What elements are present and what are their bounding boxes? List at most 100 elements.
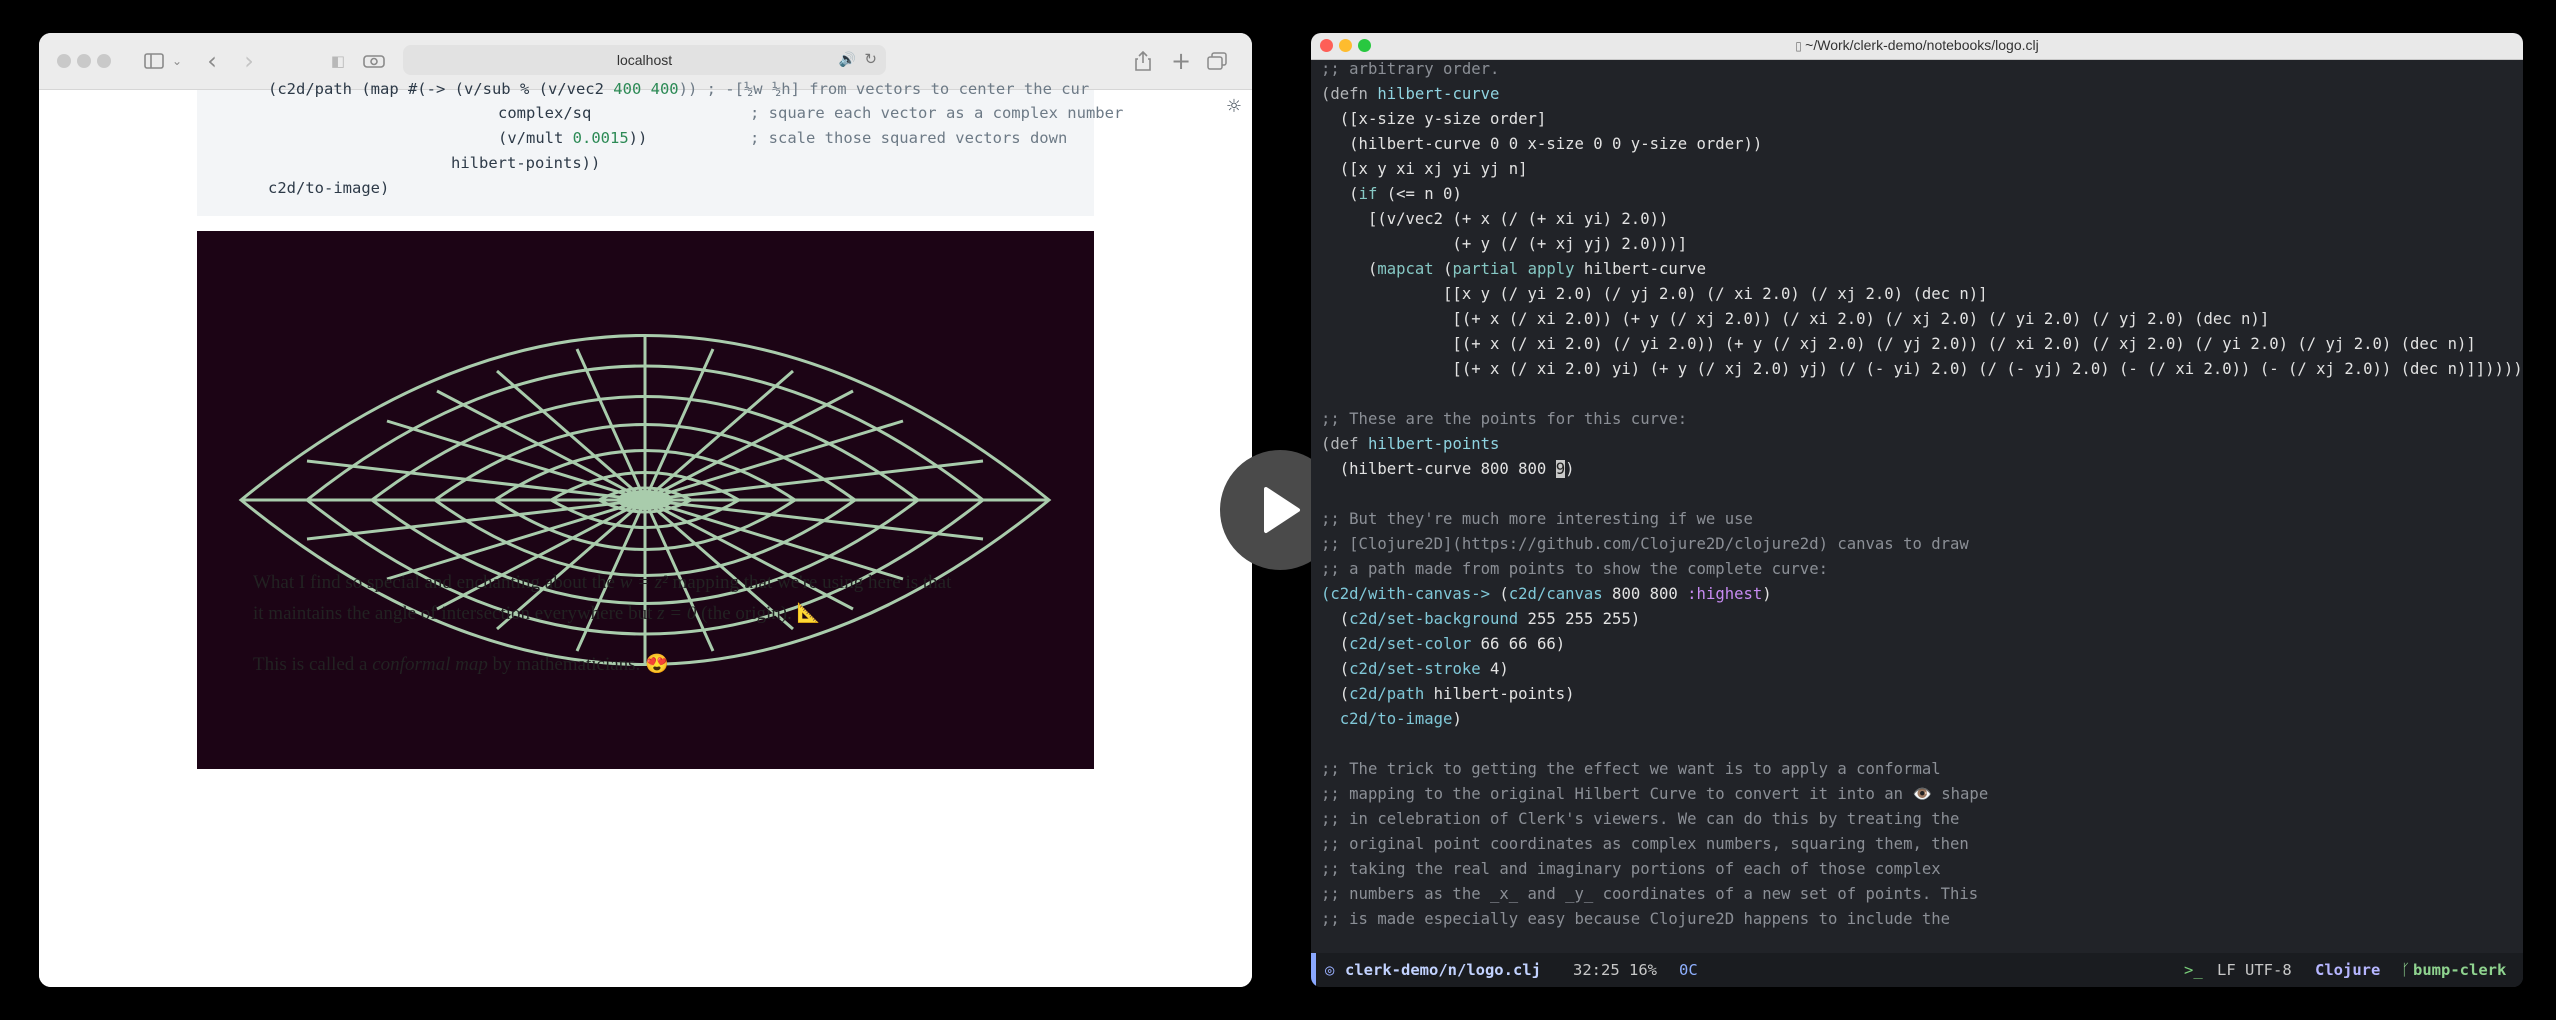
status-position: 32:25 16% xyxy=(1573,961,1657,979)
code-token: ( xyxy=(1321,185,1359,203)
code-line: (def hilbert-points xyxy=(1321,435,1499,453)
sidebar-icon[interactable] xyxy=(137,47,171,75)
minimize-window-button[interactable] xyxy=(77,54,91,68)
code-text: (c2d/path (map #(-> (v/sub % (v/vec2 xyxy=(268,80,614,98)
code-token: (def xyxy=(1321,435,1368,453)
code-line: [(+ x (/ xi 2.0) (/ yi 2.0)) (+ y (/ xj … xyxy=(1321,335,2476,353)
editor-titlebar: ▯ ~/Work/clerk-demo/notebooks/logo.clj xyxy=(1311,33,2523,60)
zoom-window-button[interactable] xyxy=(97,54,111,68)
browser-window: ⌄ ‹ › ◧ localhost 🔊 ↻ + (c2d/path (map #… xyxy=(39,33,1252,987)
code-line: (hilbert-curve 0 0 x-size 0 0 y-size ord… xyxy=(1321,135,1763,153)
play-icon xyxy=(1264,487,1300,533)
code-token: ( xyxy=(1433,260,1453,278)
code-token: (<= n 0) xyxy=(1377,185,1462,203)
code-line: ;; taking the real and imaginary portion… xyxy=(1321,860,1941,878)
code-line: ([x y xi xj yi yj n] xyxy=(1321,160,1528,178)
url-bar[interactable]: localhost 🔊 ↻ xyxy=(403,45,886,75)
status-language[interactable]: Clojure xyxy=(2315,961,2380,979)
prose-text: by mathematicians. 😍 xyxy=(487,654,669,675)
reload-icon[interactable]: ↻ xyxy=(864,50,877,68)
code-token: c2d/canvas xyxy=(1508,585,1603,603)
code-token: apply xyxy=(1527,260,1575,278)
code-number: 400 xyxy=(650,80,679,98)
code-token: ( xyxy=(1321,635,1350,653)
back-arrow-icon[interactable]: ‹ xyxy=(202,47,222,75)
code-line: (hilbert-curve 800 800 9) xyxy=(1321,460,1575,478)
close-window-button[interactable] xyxy=(57,54,71,68)
file-icon: ▯ xyxy=(1795,39,1806,53)
code-token: ( xyxy=(1321,685,1350,703)
code-text: )) xyxy=(628,129,648,147)
code-line-3: (v/mult 0.0015)) xyxy=(498,129,647,147)
prose-text: it maintains the angle of intersection e… xyxy=(253,603,658,624)
status-branch[interactable]: bump-clerk xyxy=(2413,961,2506,979)
code-token: (c2d/with-canvas-> xyxy=(1321,585,1490,603)
mode-indicator xyxy=(1311,953,1316,987)
code-token: 255 255 255) xyxy=(1518,610,1641,628)
code-comment: )) ; -[½w ½h] from vectors to center the… xyxy=(678,80,1090,98)
code-token: ) xyxy=(1762,585,1772,603)
new-tab-plus-icon[interactable]: + xyxy=(1169,47,1193,75)
eye-shape-drawing xyxy=(238,334,1052,666)
code-comment: ; scale those squared vectors down xyxy=(750,129,1068,147)
code-line: (c2d/set-color 66 66 66) xyxy=(1321,635,1565,653)
share-icon[interactable] xyxy=(1131,47,1155,75)
chevron-down-icon[interactable]: ⌄ xyxy=(169,47,185,75)
code-token: c2d/set-stroke xyxy=(1349,660,1481,678)
code-cell: (c2d/path (map #(-> (v/sub % (v/vec2 400… xyxy=(197,80,1123,216)
status-encoding[interactable]: LF UTF-8 xyxy=(2217,961,2292,979)
code-token: 66 66 66) xyxy=(1471,635,1566,653)
code-line: ;; The trick to getting the effect we wa… xyxy=(1321,760,1941,778)
code-line: (c2d/with-canvas-> (c2d/canvas 800 800 :… xyxy=(1321,585,1772,603)
speaker-icon[interactable]: 🔊 xyxy=(839,51,856,68)
terminal-prompt-icon[interactable]: >_ xyxy=(2184,961,2203,979)
code-token: c2d/set-color xyxy=(1349,635,1472,653)
code-editor[interactable]: ;; arbitrary order. (defn hilbert-curve … xyxy=(1311,60,2523,987)
prose-text: This is called a xyxy=(253,654,373,675)
status-file[interactable]: clerk-demo/n/logo.clj xyxy=(1345,961,1541,979)
prose-text: What I find so special and enchanting ab… xyxy=(253,572,620,593)
paragraph-line: What I find so special and enchanting ab… xyxy=(253,572,951,594)
code-line: (c2d/set-stroke 4) xyxy=(1321,660,1509,678)
paragraph-line: it maintains the angle of intersection e… xyxy=(253,601,820,625)
code-line-4: hilbert-points)) xyxy=(451,154,601,172)
code-token: ) xyxy=(1452,710,1462,728)
code-token: partial xyxy=(1452,260,1519,278)
code-line: [(+ x (/ xi 2.0) yi) (+ y (/ xj 2.0) yj)… xyxy=(1321,360,2523,378)
url-text: localhost xyxy=(616,52,673,68)
code-line: (c2d/set-background 255 255 255) xyxy=(1321,610,1640,628)
code-line: ;; But they're much more interesting if … xyxy=(1321,510,1753,528)
tab-overview-icon[interactable] xyxy=(1204,47,1230,75)
emphasis-text: conformal map xyxy=(372,654,488,675)
code-line: (if (<= n 0) xyxy=(1321,185,1462,203)
text-cursor: 9 xyxy=(1555,460,1566,478)
code-token: c2d/path xyxy=(1349,685,1425,703)
code-line: ;; original point coordinates as complex… xyxy=(1321,835,1969,853)
prose-text: (the origin). 📐 xyxy=(696,603,821,624)
code-token: ( xyxy=(1321,260,1378,278)
code-line: ;; These are the points for this curve: xyxy=(1321,410,1688,428)
code-token: hilbert-points xyxy=(1367,435,1500,453)
git-branch-icon: ᚴ xyxy=(2401,961,2411,979)
code-token: ( xyxy=(1490,585,1509,603)
prose-text: mapping that we're using here is that xyxy=(667,572,952,593)
code-line-1: (c2d/path (map #(-> (v/sub % (v/vec2 400… xyxy=(268,80,1089,98)
code-token: 800 800 xyxy=(1602,585,1688,603)
theme-toggle-icon[interactable]: ☼ xyxy=(1226,96,1242,117)
privacy-report-icon[interactable] xyxy=(361,47,387,75)
code-token: ) xyxy=(1565,460,1575,478)
code-line: c2d/to-image) xyxy=(1321,710,1462,728)
status-bar: ◎ clerk-demo/n/logo.clj 32:25 16% 0C >_ … xyxy=(1311,953,2523,987)
status-oc: 0C xyxy=(1679,961,1698,979)
shield-icon[interactable]: ◧ xyxy=(327,47,349,75)
code-line-2: complex/sq xyxy=(498,104,592,122)
code-line: ;; mapping to the original Hilbert Curve… xyxy=(1321,785,1989,803)
code-line: ;; numbers as the _x_ and _y_ coordinate… xyxy=(1321,885,1979,903)
code-line: ;; is made especially easy because Cloju… xyxy=(1321,910,1951,928)
code-line: ([x-size y-size order] xyxy=(1321,110,1547,128)
code-token: hilbert-curve xyxy=(1574,260,1706,278)
math-expression: w = z² xyxy=(619,572,668,593)
forward-arrow-icon[interactable]: › xyxy=(239,47,259,75)
code-token: c2d/to-image xyxy=(1339,710,1453,728)
